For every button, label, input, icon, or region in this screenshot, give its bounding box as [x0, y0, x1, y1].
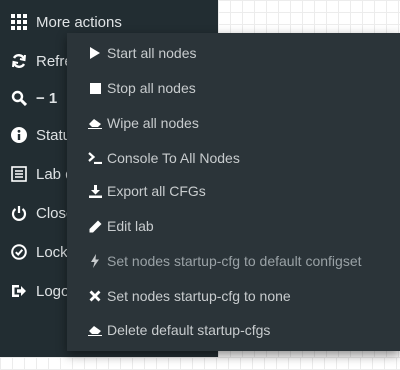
menu-item-export-all-cfgs[interactable]: Export all CFGs: [67, 174, 400, 208]
menu-item-label: Console To All Nodes: [107, 150, 240, 166]
menu-item-label: Delete default startup-cfgs: [107, 322, 271, 338]
menu-item-set-startup-cfg-default[interactable]: Set nodes startup-cfg to default configs…: [67, 244, 400, 278]
menu-item-console-to-all-nodes[interactable]: Console To All Nodes: [67, 141, 400, 175]
menu-item-label: Set nodes startup-cfg to none: [107, 288, 291, 304]
menu-item-wipe-all-nodes[interactable]: Wipe all nodes: [67, 106, 400, 140]
zoom-icon: [10, 89, 28, 107]
sidebar-item-label: More actions: [36, 13, 122, 31]
menu-item-start-all-nodes[interactable]: Start all nodes: [67, 36, 400, 70]
menu-item-label: Stop all nodes: [107, 80, 196, 96]
bolt-icon: [88, 254, 102, 268]
menu-item-stop-all-nodes[interactable]: Stop all nodes: [67, 71, 400, 105]
lock-check-icon: [10, 243, 28, 261]
list-icon: [10, 165, 28, 183]
eraser-icon: [88, 323, 102, 337]
topology-canvas-bottom[interactable]: [0, 357, 400, 370]
pencil-icon: [88, 219, 102, 233]
stop-icon: [88, 81, 102, 95]
power-icon: [10, 204, 28, 222]
more-actions-menu: Start all nodes Stop all nodes Wipe all …: [67, 33, 400, 351]
terminal-icon: [88, 151, 102, 165]
sidebar-item-label: − 1: [36, 89, 58, 107]
refresh-icon: [10, 52, 28, 70]
x-icon: [88, 289, 102, 303]
info-icon: [10, 126, 28, 144]
menu-item-label: Set nodes startup-cfg to default configs…: [107, 253, 362, 269]
eraser-icon: [88, 116, 102, 130]
menu-item-label: Wipe all nodes: [107, 115, 199, 131]
grid-icon: [10, 13, 28, 31]
menu-item-delete-default-startup-cfgs[interactable]: Delete default startup-cfgs: [67, 313, 400, 347]
menu-item-edit-lab[interactable]: Edit lab: [67, 209, 400, 243]
menu-item-label: Start all nodes: [107, 45, 197, 61]
download-icon: [88, 184, 102, 198]
play-icon: [88, 46, 102, 60]
menu-item-label: Edit lab: [107, 218, 154, 234]
menu-item-label: Export all CFGs: [107, 183, 206, 199]
logout-icon: [10, 282, 28, 300]
menu-item-set-startup-cfg-none[interactable]: Set nodes startup-cfg to none: [67, 279, 400, 313]
